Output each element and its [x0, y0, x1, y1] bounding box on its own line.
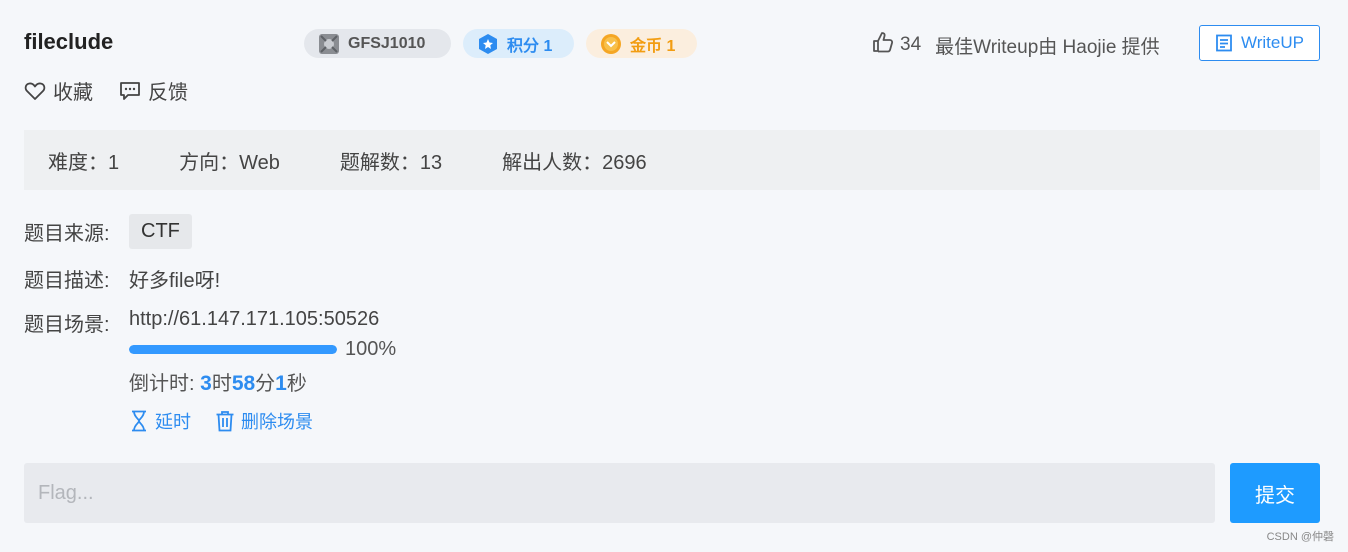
scene-row: 题目场景: — [24, 308, 129, 337]
extend-label: 延时 — [155, 412, 191, 432]
like-count: 34 — [900, 34, 922, 55]
trash-icon — [216, 411, 234, 432]
feedback-label: 反馈 — [148, 82, 188, 104]
likes-section: 34 最佳Writeup由 Haojie 提供 — [872, 31, 1160, 59]
score-badge: 积分 1 — [463, 29, 574, 58]
best-writeup-text: 最佳Writeup由 Haojie 提供 — [935, 36, 1160, 58]
progress-fill — [129, 345, 337, 354]
countdown-label: 倒计时: — [129, 373, 201, 395]
source-tag: CTF — [129, 214, 192, 249]
favorite-button[interactable]: 收藏 — [24, 76, 93, 105]
watermark: CSDN @仲磬 — [1266, 531, 1334, 543]
challenge-id-text: GFSJ1010 — [348, 34, 426, 52]
submit-button[interactable]: 提交 — [1230, 463, 1320, 523]
countdown: 倒计时: 3时58分1秒 — [129, 367, 307, 396]
challenge-info-bar: 难度：1 方向：Web 题解数：13 解出人数：2696 — [24, 130, 1320, 190]
description-row: 题目描述: 好多file呀! — [24, 264, 220, 293]
coin-badge: 金币 1 — [586, 29, 697, 58]
challenge-id-badge: GFSJ1010 — [304, 29, 451, 58]
progress-text: 100% — [345, 338, 397, 360]
solution-count: 题解数：13 — [339, 151, 443, 174]
difficulty: 难度：1 — [48, 151, 120, 174]
delete-scene-label: 删除场景 — [241, 412, 313, 432]
countdown-minutes-unit: 分 — [255, 373, 276, 395]
delete-scene-button[interactable]: 删除场景 — [215, 408, 313, 434]
scene-url[interactable]: http://61.147.171.105:50526 — [129, 308, 379, 331]
source-label: 题目来源: — [24, 223, 110, 245]
heart-icon — [24, 82, 46, 100]
countdown-seconds: 1 — [275, 372, 287, 395]
favorite-label: 收藏 — [53, 82, 93, 104]
description-text: 好多file呀! — [129, 270, 221, 292]
countdown-hours-unit: 时 — [211, 373, 232, 395]
score-text: 积分 1 — [507, 37, 553, 55]
scene-progress: 100% — [129, 338, 396, 361]
description-label: 题目描述: — [24, 270, 110, 292]
writeup-button-label: WriteUP — [1241, 33, 1304, 52]
challenge-title: fileclude — [24, 29, 114, 54]
flag-input[interactable] — [24, 463, 1215, 523]
direction: 方向：Web — [179, 151, 280, 174]
source-row: 题目来源: CTF — [24, 214, 192, 249]
extend-button[interactable]: 延时 — [129, 408, 191, 434]
comment-icon — [120, 81, 140, 100]
challenge-actions: 收藏 反馈 — [24, 76, 214, 105]
writeup-button[interactable]: WriteUP — [1199, 25, 1320, 61]
thumbs-up-icon[interactable] — [872, 31, 894, 59]
scene-actions: 延时 删除场景 — [129, 408, 337, 434]
score-icon — [477, 33, 499, 55]
countdown-hours: 3 — [200, 372, 212, 395]
trophy-icon — [318, 33, 340, 55]
hourglass-icon — [132, 410, 146, 432]
countdown-minutes: 58 — [231, 372, 256, 395]
solver-count: 解出人数：2696 — [502, 151, 647, 174]
countdown-seconds-unit: 秒 — [286, 373, 307, 395]
document-icon — [1216, 34, 1232, 52]
progress-track — [129, 345, 337, 354]
feedback-button[interactable]: 反馈 — [119, 76, 188, 105]
coin-text: 金币 1 — [630, 37, 676, 55]
scene-label: 题目场景: — [24, 314, 110, 336]
coin-icon — [600, 33, 622, 55]
